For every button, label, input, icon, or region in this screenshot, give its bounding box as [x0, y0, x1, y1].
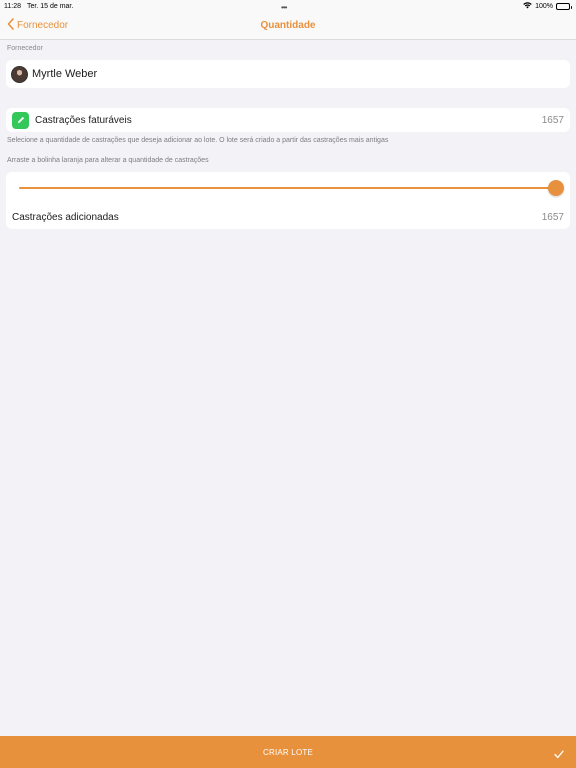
navigation-bar: Fornecedor Quantidade	[0, 13, 576, 40]
status-bar: 11:28 Ter. 15 de mar. ••• 100%	[0, 0, 576, 13]
slider-fill	[19, 187, 556, 189]
battery-percent: 100%	[535, 3, 553, 10]
create-batch-button[interactable]: CRIAR LOTE	[0, 736, 576, 768]
status-date: Ter. 15 de mar.	[27, 3, 74, 10]
status-right: 100%	[523, 2, 572, 11]
billable-castrations-row: Castrações faturáveis 1657	[6, 108, 570, 132]
selection-instructions: Selecione a quantidade de castrações que…	[7, 137, 389, 144]
added-label: Castrações adicionadas	[12, 212, 119, 223]
billable-count: 1657	[541, 114, 564, 126]
billable-label: Castrações faturáveis	[35, 114, 132, 126]
quantity-slider-card: Castrações adicionadas 1657	[6, 172, 570, 229]
create-batch-label: CRIAR LOTE	[262, 747, 313, 757]
multitask-dots[interactable]: •••	[281, 3, 287, 12]
page: 11:28 Ter. 15 de mar. ••• 100% Fornecedo…	[0, 0, 576, 768]
supplier-name: Myrtle Weber	[32, 68, 98, 80]
quantity-slider[interactable]	[19, 180, 564, 196]
status-time: 11:28	[4, 3, 21, 10]
battery-icon	[556, 3, 572, 10]
avatar	[11, 65, 28, 83]
added-castrations-row: Castrações adicionadas 1657	[12, 212, 564, 223]
drag-instructions: Arraste a bolinha laranja para alterar a…	[7, 157, 209, 164]
slider-thumb[interactable]	[548, 180, 564, 196]
added-count: 1657	[541, 212, 564, 223]
checkmark-icon	[554, 746, 564, 764]
supplier-section-header: Fornecedor	[7, 45, 43, 52]
wifi-icon	[523, 2, 532, 11]
page-title: Quantidade	[260, 20, 316, 31]
status-left: 11:28 Ter. 15 de mar.	[4, 3, 73, 10]
pencil-icon	[12, 111, 29, 129]
supplier-card[interactable]: Myrtle Weber	[6, 60, 570, 88]
